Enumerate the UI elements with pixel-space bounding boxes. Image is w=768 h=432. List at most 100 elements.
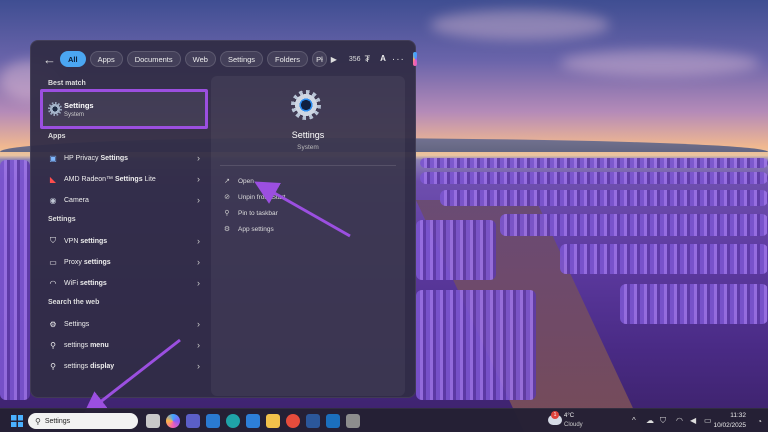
action-label: App settings <box>238 225 274 233</box>
action-pin-to-taskbar[interactable]: ⚲ Pin to taskbar <box>222 206 278 220</box>
account-avatar[interactable]: A <box>380 52 386 66</box>
chevron-right-icon: › <box>197 361 200 371</box>
app-result-camera[interactable]: ◉ Camera › <box>40 190 206 210</box>
settings-icon: ⚙ <box>49 319 57 329</box>
file-explorer-icon[interactable] <box>266 414 280 428</box>
setting-result-proxy[interactable]: ▭ Proxy settings › <box>40 252 206 272</box>
app-icon[interactable] <box>246 414 260 428</box>
web-result-settings-display[interactable]: ⚲ settings display › <box>40 356 206 376</box>
result-highlight: menu <box>90 341 109 349</box>
search-filter-bar: ← All Apps Documents Web Settings Folder… <box>31 41 417 77</box>
search-icon: ⚲ <box>35 416 41 426</box>
chevron-right-icon: › <box>197 174 200 184</box>
result-highlight: Settings <box>114 175 143 183</box>
action-app-settings[interactable]: ⚙ App settings <box>222 222 274 236</box>
filter-chip-web[interactable]: Web <box>184 51 216 67</box>
app-result-amd-radeon-settings-lite[interactable]: ◣ AMD Radeon™ Settings Lite › <box>40 169 206 189</box>
weather-alert-badge: 1 <box>551 411 559 419</box>
volume-icon[interactable]: ◀ <box>690 416 696 425</box>
apps-heading: Apps <box>48 133 66 140</box>
pin-icon: ⚲ <box>224 210 230 217</box>
chevron-right-icon: › <box>197 340 200 350</box>
wifi-icon[interactable]: ◠ <box>676 416 683 425</box>
chrome-icon[interactable] <box>286 414 300 428</box>
search-web-heading: Search the web <box>48 299 100 306</box>
app-result-hp-privacy-settings[interactable]: ▣ HP Privacy Settings › <box>40 148 206 168</box>
result-text: AMD Radeon™ <box>64 175 115 183</box>
chevron-up-icon[interactable]: ^ <box>632 416 636 425</box>
edge-icon[interactable] <box>226 414 240 428</box>
result-text: Proxy <box>64 258 84 266</box>
result-text: VPN <box>64 237 81 245</box>
action-label: Pin to taskbar <box>238 209 278 217</box>
action-label: Unpin from Start <box>238 193 286 201</box>
back-arrow-icon[interactable]: ← <box>43 49 56 69</box>
store-icon[interactable] <box>206 414 220 428</box>
setting-result-wifi[interactable]: ◠ WiFi settings › <box>40 273 206 293</box>
clock-time[interactable]: 11:32 <box>730 412 746 419</box>
result-highlight: settings <box>79 279 107 287</box>
result-highlight: display <box>90 362 115 370</box>
result-text: settings <box>64 362 91 370</box>
clock-date[interactable]: 10/02/2025 <box>713 422 746 429</box>
word-icon[interactable] <box>306 414 320 428</box>
taskbar-search-box[interactable]: ⚲ Settings <box>28 413 138 429</box>
calculator-icon[interactable] <box>346 414 360 428</box>
action-unpin-from-start[interactable]: ⊘ Unpin from Start <box>222 190 285 204</box>
filter-chip-settings[interactable]: Settings <box>219 51 264 67</box>
task-view-icon[interactable] <box>146 414 160 428</box>
highlight-box <box>40 89 208 129</box>
shield-icon: ⛉ <box>50 236 56 245</box>
copilot-icon[interactable] <box>412 52 417 66</box>
copilot-taskbar-icon[interactable] <box>166 414 180 428</box>
chevron-right-icon: › <box>197 153 200 163</box>
search-icon: ⚲ <box>50 361 56 371</box>
web-result-settings-menu[interactable]: ⚲ settings menu › <box>40 335 206 355</box>
chevron-right-icon: › <box>197 278 200 288</box>
gear-icon: ⚙ <box>223 226 231 233</box>
result-highlight: settings <box>83 258 111 266</box>
amd-radeon-icon: ◣ <box>49 174 57 184</box>
divider <box>220 165 396 166</box>
chevron-right-icon: › <box>197 257 200 267</box>
result-text-suffix: Lite <box>142 175 156 183</box>
proxy-icon: ▭ <box>49 257 57 267</box>
filter-chip-truncated[interactable]: Pł <box>312 51 327 67</box>
teams-icon[interactable] <box>186 414 200 428</box>
play-icon[interactable]: ▶ <box>331 55 337 64</box>
detail-title: Settings <box>291 130 325 140</box>
result-text: Camera <box>64 196 89 204</box>
filter-chip-all[interactable]: All <box>60 51 86 67</box>
chevron-right-icon: › <box>197 319 200 329</box>
result-highlight: Settings <box>100 154 129 162</box>
notifications-icon[interactable]: ◔ <box>757 417 762 426</box>
rewards-icon: ₮ <box>364 54 371 64</box>
web-result-settings[interactable]: ⚙ Settings › <box>40 314 206 334</box>
settings-large-gear-icon <box>291 90 321 120</box>
weather-description[interactable]: Cloudy <box>564 422 583 428</box>
windows-start-icon[interactable] <box>11 415 23 427</box>
result-highlight: settings <box>80 237 108 245</box>
wifi-icon: ◠ <box>49 278 57 288</box>
result-text: HP Privacy <box>64 154 101 162</box>
camera-icon: ◉ <box>49 195 57 205</box>
more-options-icon[interactable]: ··· <box>392 54 405 65</box>
search-input-value: Settings <box>44 417 71 425</box>
filter-chip-documents[interactable]: Documents <box>126 51 181 67</box>
best-match-heading: Best match <box>48 80 86 87</box>
chevron-right-icon: › <box>197 236 200 246</box>
mail-icon[interactable] <box>326 414 340 428</box>
action-open[interactable]: ↗ Open <box>222 174 254 188</box>
result-text: WiFi <box>64 279 80 287</box>
detail-pane <box>211 76 405 396</box>
battery-icon[interactable]: ▭ <box>704 416 712 425</box>
filter-chip-apps[interactable]: Apps <box>89 51 123 67</box>
filter-chip-folders[interactable]: Folders <box>267 51 309 67</box>
settings-heading: Settings <box>48 216 76 223</box>
result-text: Settings <box>64 320 90 328</box>
weather-temperature[interactable]: 4°C <box>564 413 574 419</box>
security-icon[interactable]: ⛉ <box>660 416 666 426</box>
setting-result-vpn[interactable]: ⛉ VPN settings › <box>40 231 206 251</box>
detail-subtitle: System <box>297 144 319 151</box>
cloud-sync-icon[interactable]: ☁ <box>646 416 654 425</box>
